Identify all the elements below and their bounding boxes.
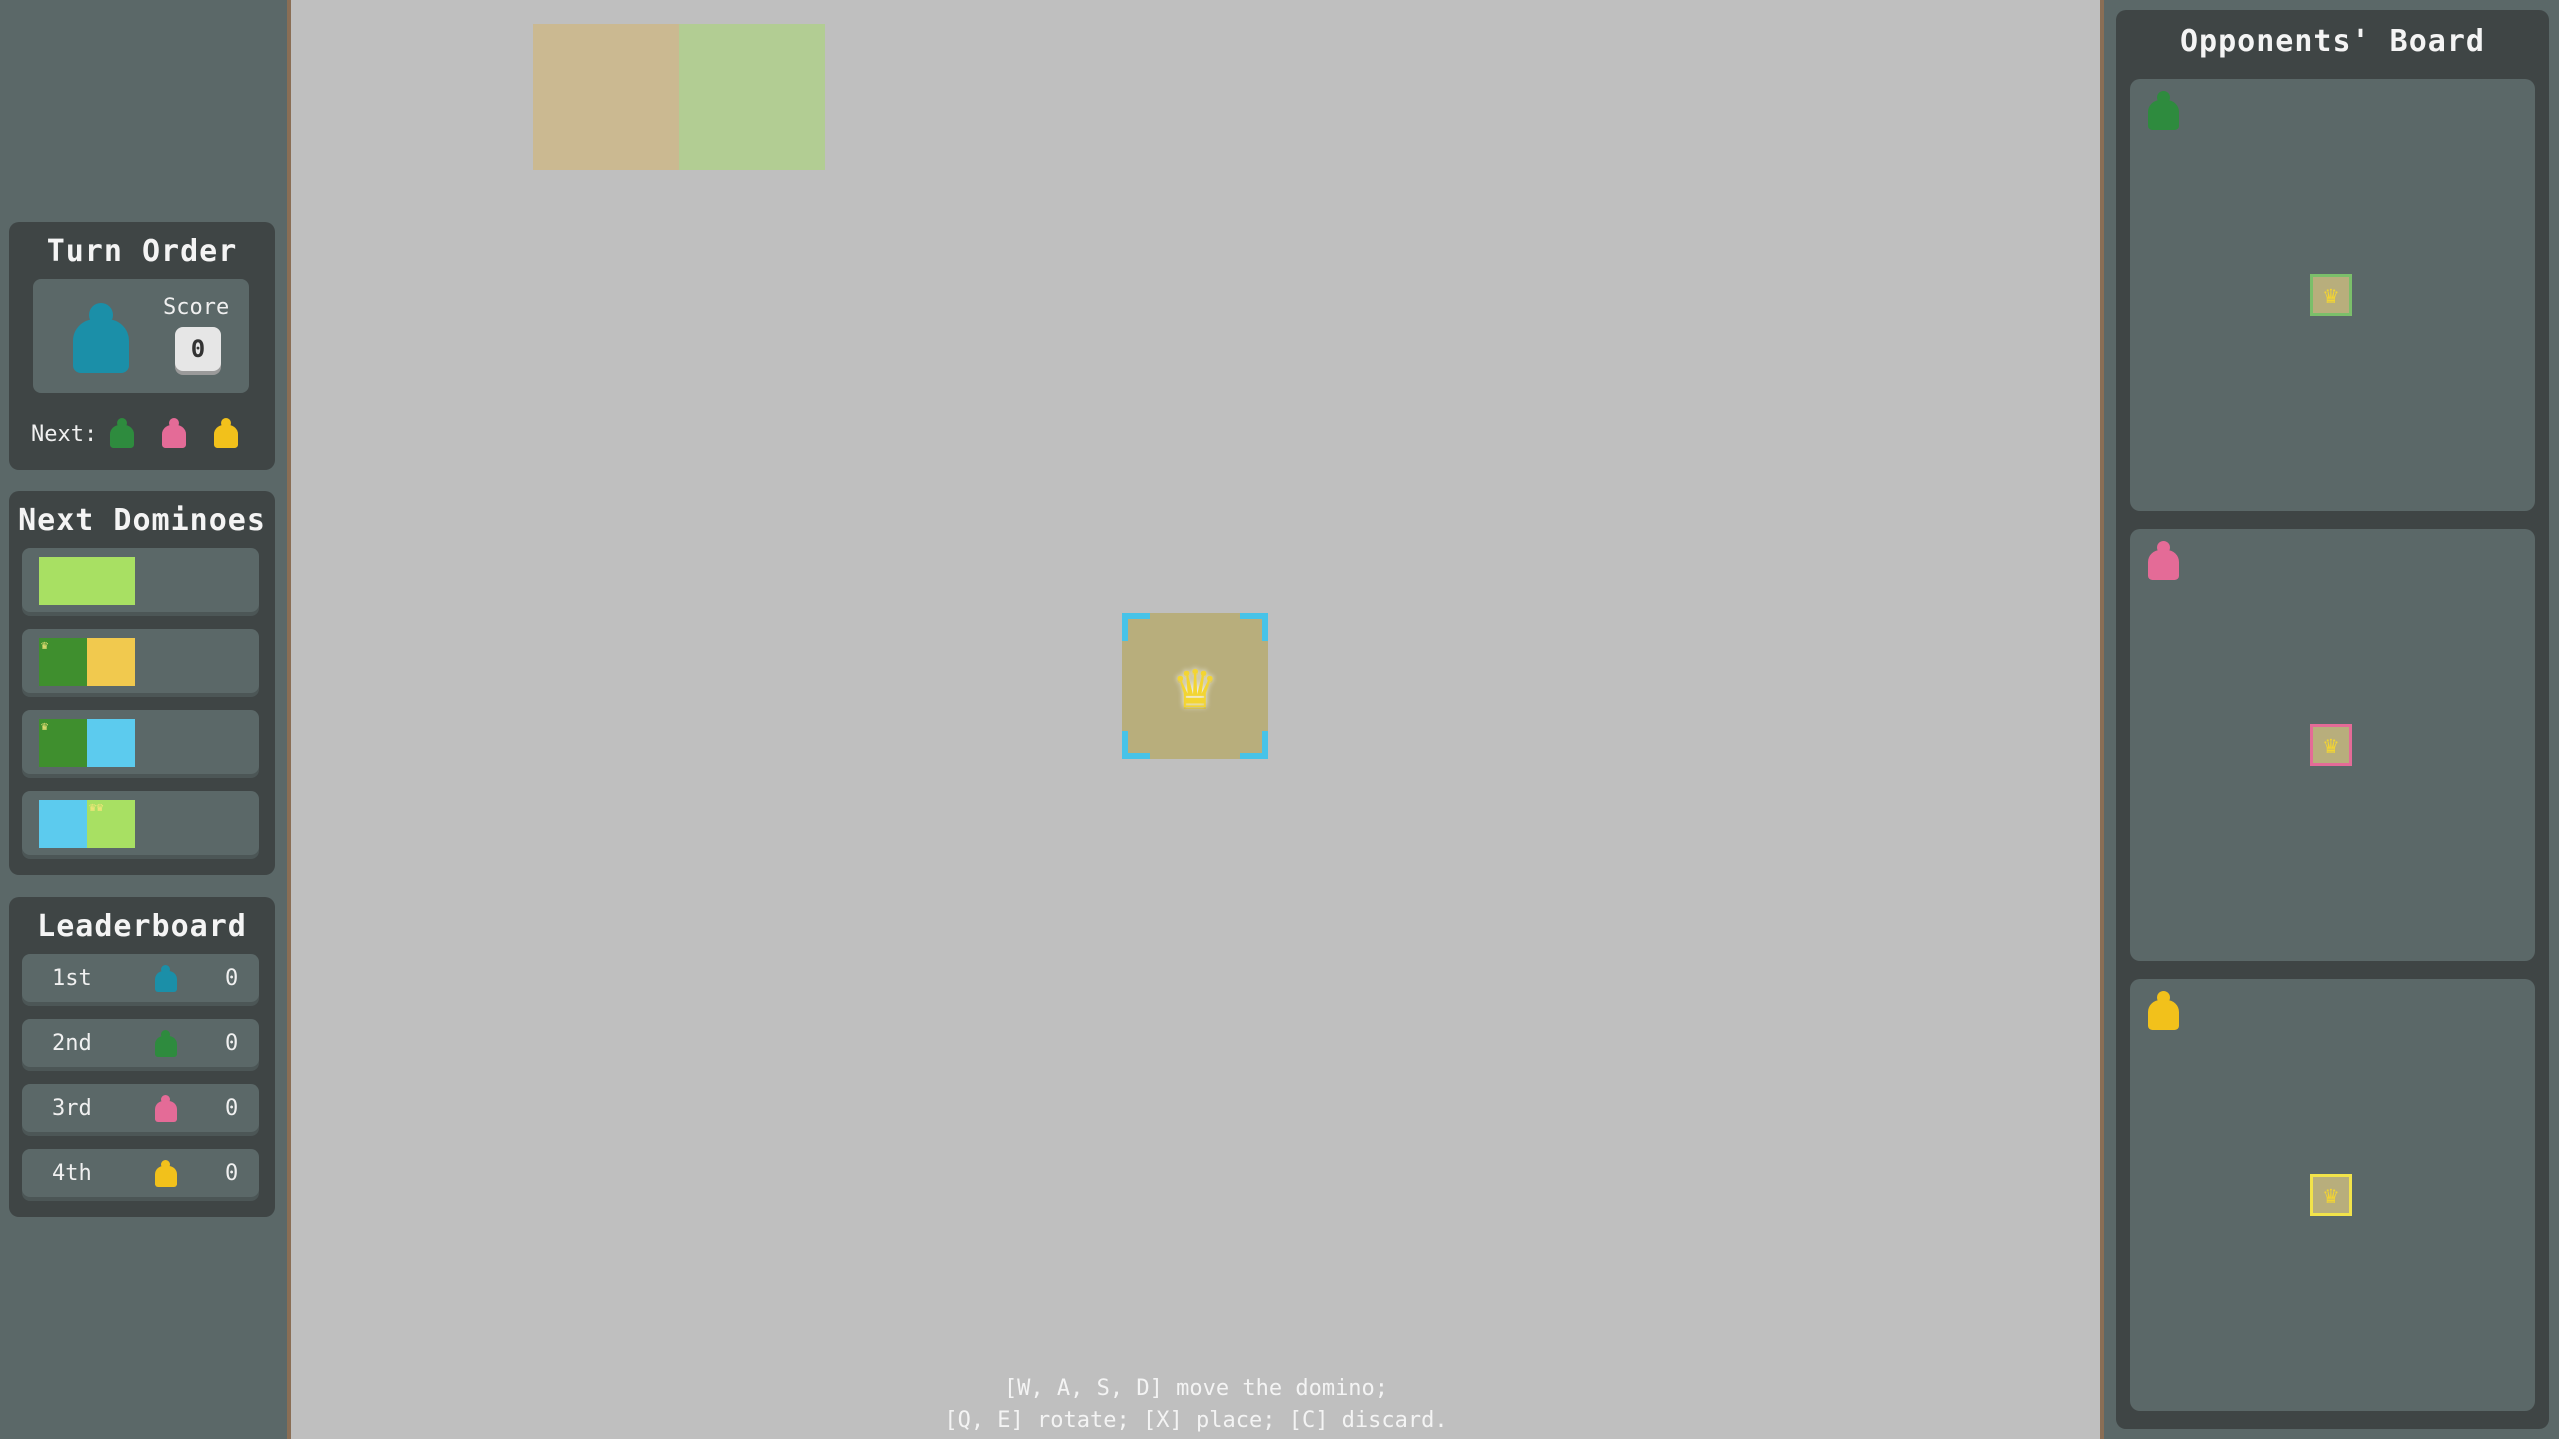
domino-left-tile: ♛ bbox=[39, 719, 87, 767]
meeple-body bbox=[155, 1166, 177, 1187]
selection-corner bbox=[1122, 731, 1150, 759]
domino-right-tile: ♛♛ bbox=[87, 800, 135, 848]
domino-right-tile bbox=[87, 719, 135, 767]
turn-order-panel: Turn Order Score 0 Next: bbox=[9, 222, 275, 470]
next-label: Next: bbox=[31, 422, 98, 447]
meeple-body bbox=[2148, 1000, 2180, 1030]
player-meeple-icon bbox=[155, 965, 177, 992]
next-dominoes-panel: Next Dominoes ♛ ♛ ♛♛ bbox=[9, 491, 275, 875]
leaderboard-score: 0 bbox=[225, 1161, 239, 1186]
meeple-body bbox=[73, 319, 129, 373]
score-label: Score bbox=[163, 295, 230, 320]
selection-corner bbox=[1122, 613, 1150, 641]
next-dominoes-title: Next Dominoes bbox=[18, 503, 266, 538]
crown-icon: ♛♛ bbox=[89, 800, 104, 814]
held-domino-right-tile[interactable] bbox=[679, 24, 825, 170]
opponent-board: ♛ bbox=[2130, 979, 2535, 1411]
leaderboard-rank: 4th bbox=[52, 1161, 92, 1186]
leaderboard-score: 0 bbox=[225, 1031, 239, 1056]
controls-help-line1: [W, A, S, D] move the domino; bbox=[1003, 1376, 1389, 1401]
selection-corner bbox=[1240, 731, 1268, 759]
leaderboard-row: 2nd 0 bbox=[22, 1019, 259, 1067]
domino-left-tile: ♛ bbox=[39, 638, 87, 686]
player-meeple-icon bbox=[155, 1160, 177, 1187]
opponents-title: Opponents' Board bbox=[2180, 24, 2485, 59]
current-player-meeple-icon bbox=[73, 303, 129, 373]
next-domino-item[interactable]: ♛ bbox=[22, 710, 259, 774]
meeple-body bbox=[162, 425, 186, 448]
leaderboard-title: Leaderboard bbox=[37, 909, 247, 944]
leaderboard-score: 0 bbox=[225, 966, 239, 991]
opponent-castle-tile: ♛ bbox=[2310, 724, 2352, 766]
next-domino-item[interactable]: ♛♛ bbox=[22, 791, 259, 855]
leaderboard-panel: Leaderboard 1st 0 2nd 0 3rd 0 4th 0 bbox=[9, 897, 275, 1217]
opponent-castle-tile: ♛ bbox=[2310, 274, 2352, 316]
opponent-castle-tile: ♛ bbox=[2310, 1174, 2352, 1216]
opponent-board: ♛ bbox=[2130, 529, 2535, 961]
domino-left-tile bbox=[39, 557, 87, 605]
leaderboard-row: 4th 0 bbox=[22, 1149, 259, 1197]
meeple-body bbox=[110, 425, 134, 448]
pink-meeple-icon bbox=[162, 418, 186, 448]
meeple-body bbox=[155, 1101, 177, 1122]
player-meeple-icon bbox=[155, 1095, 177, 1122]
leaderboard-score: 0 bbox=[225, 1096, 239, 1121]
opponent-meeple-icon bbox=[2148, 991, 2180, 1030]
leaderboard-row: 1st 0 bbox=[22, 954, 259, 1002]
controls-help-line2: [Q, E] rotate; [X] place; [C] discard. bbox=[944, 1408, 1448, 1433]
domino-left-tile bbox=[39, 800, 87, 848]
player-meeple-icon bbox=[155, 1030, 177, 1057]
current-player-card: Score 0 bbox=[33, 279, 249, 393]
crown-icon: ♛ bbox=[2323, 731, 2339, 759]
yellow-meeple-icon bbox=[214, 418, 238, 448]
leaderboard-row: 3rd 0 bbox=[22, 1084, 259, 1132]
meeple-body bbox=[2148, 100, 2180, 130]
held-domino-left-tile[interactable] bbox=[533, 24, 679, 170]
crown-icon: ♛ bbox=[2323, 281, 2339, 309]
domino-right-tile bbox=[87, 557, 135, 605]
leaderboard-rank: 1st bbox=[52, 966, 92, 991]
meeple-body bbox=[214, 425, 238, 448]
meeple-body bbox=[155, 1036, 177, 1057]
selection-corner bbox=[1240, 613, 1268, 641]
crown-icon: ♛ bbox=[2323, 1181, 2339, 1209]
opponent-board: ♛ bbox=[2130, 79, 2535, 511]
crown-icon: ♛ bbox=[41, 638, 49, 652]
green-meeple-icon bbox=[110, 418, 134, 448]
meeple-body bbox=[2148, 550, 2180, 580]
opponent-meeple-icon bbox=[2148, 91, 2180, 130]
score-value: 0 bbox=[175, 327, 221, 371]
leaderboard-rank: 3rd bbox=[52, 1096, 92, 1121]
next-domino-item[interactable]: ♛ bbox=[22, 629, 259, 693]
turn-order-title: Turn Order bbox=[46, 234, 238, 269]
crown-icon: ♛ bbox=[41, 719, 49, 733]
opponent-meeple-icon bbox=[2148, 541, 2180, 580]
crown-icon: ♛ bbox=[1175, 649, 1215, 723]
meeple-body bbox=[155, 971, 177, 992]
domino-right-tile bbox=[87, 638, 135, 686]
next-domino-item[interactable] bbox=[22, 548, 259, 612]
castle-tile: ♛ bbox=[1122, 613, 1268, 759]
leaderboard-rank: 2nd bbox=[52, 1031, 92, 1056]
